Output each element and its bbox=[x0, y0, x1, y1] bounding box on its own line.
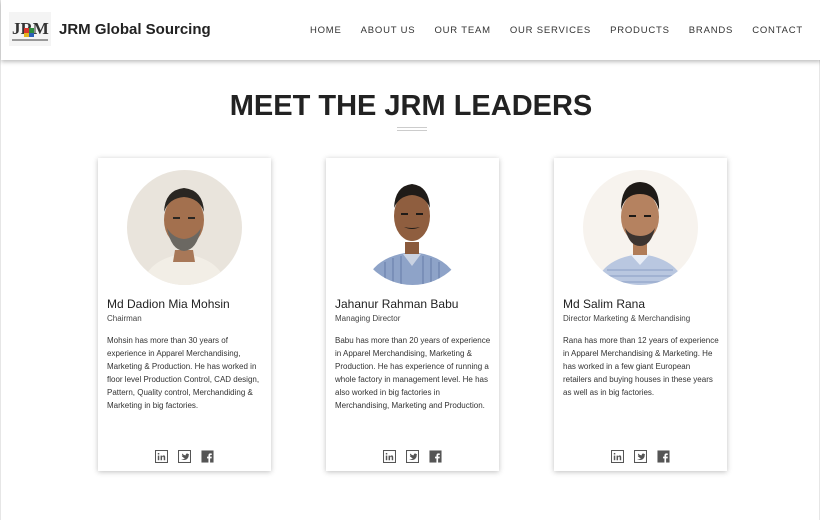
leader-photo bbox=[355, 170, 470, 285]
social-links bbox=[98, 450, 271, 463]
linkedin-icon[interactable] bbox=[383, 450, 396, 463]
social-links bbox=[554, 450, 727, 463]
leader-role: Chairman bbox=[107, 314, 142, 323]
leader-name: Md Dadion Mia Mohsin bbox=[107, 297, 230, 311]
main-nav: HOME ABOUT US OUR TEAM OUR SERVICES PROD… bbox=[291, 25, 803, 36]
facebook-icon[interactable] bbox=[201, 450, 214, 463]
nav-brands[interactable]: BRANDS bbox=[689, 25, 733, 36]
nav-home[interactable]: HOME bbox=[310, 25, 342, 36]
leader-card: Md Dadion Mia Mohsin Chairman Mohsin has… bbox=[98, 158, 271, 471]
leader-bio: Babu has more than 20 years of experienc… bbox=[335, 336, 491, 410]
jrm-logo-icon[interactable]: JRM bbox=[9, 12, 51, 46]
leader-bio: Mohsin has more than 30 years of experie… bbox=[107, 336, 260, 410]
leader-name: Md Salim Rana bbox=[563, 297, 646, 311]
twitter-icon[interactable] bbox=[634, 450, 647, 463]
leader-bio: Rana has more than 12 years of experienc… bbox=[563, 336, 719, 397]
leader-role: Managing Director bbox=[335, 314, 401, 323]
nav-contact[interactable]: CONTACT bbox=[752, 25, 803, 36]
leader-photo bbox=[127, 170, 242, 285]
nav-about-us[interactable]: ABOUT US bbox=[361, 25, 416, 36]
title-divider bbox=[397, 127, 427, 131]
twitter-icon[interactable] bbox=[178, 450, 191, 463]
nav-our-services[interactable]: OUR SERVICES bbox=[510, 25, 591, 36]
leader-card: Md Salim Rana Director Marketing & Merch… bbox=[554, 158, 727, 471]
leader-card: Jahanur Rahman Babu Managing Director Ba… bbox=[326, 158, 499, 471]
leader-name: Jahanur Rahman Babu bbox=[335, 297, 459, 311]
leader-role: Director Marketing & Merchandising bbox=[563, 314, 691, 323]
nav-products[interactable]: PRODUCTS bbox=[610, 25, 670, 36]
social-links bbox=[326, 450, 499, 463]
facebook-icon[interactable] bbox=[429, 450, 442, 463]
twitter-icon[interactable] bbox=[406, 450, 419, 463]
facebook-icon[interactable] bbox=[657, 450, 670, 463]
leader-photo bbox=[583, 170, 698, 285]
site-header: JRM JRM Global Sourcing HOME ABOUT US OU… bbox=[1, 0, 820, 60]
brand-name[interactable]: JRM Global Sourcing bbox=[59, 21, 211, 38]
section-title: MEET THE JRM LEADERS bbox=[229, 90, 593, 122]
linkedin-icon[interactable] bbox=[611, 450, 624, 463]
nav-our-team[interactable]: OUR TEAM bbox=[434, 25, 490, 36]
linkedin-icon[interactable] bbox=[155, 450, 168, 463]
